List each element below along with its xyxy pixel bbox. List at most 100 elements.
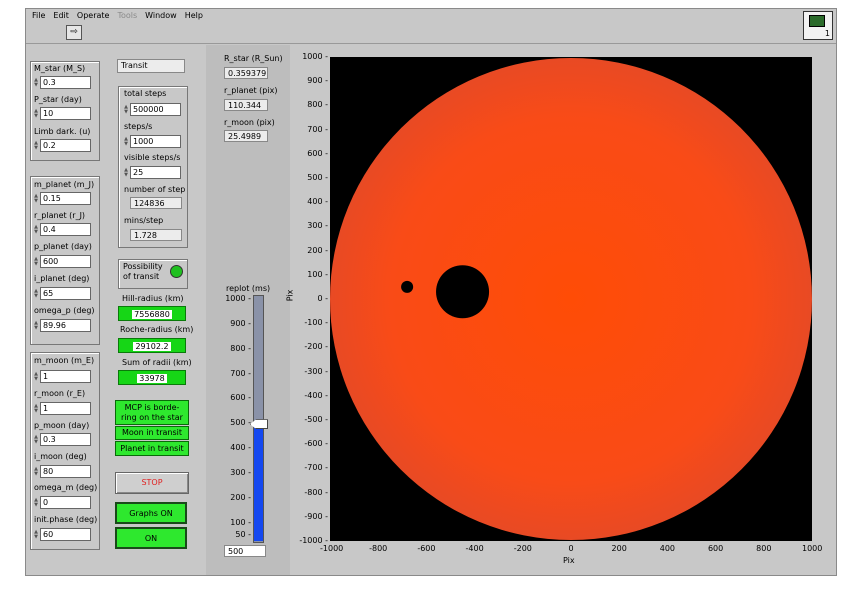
spinner-icon[interactable]: ▲ ▼: [122, 166, 130, 179]
m-planet-label: m_planet (m_J): [34, 180, 95, 189]
limb-control[interactable]: ▲ ▼ 0.2: [32, 139, 91, 152]
menu-file[interactable]: File: [28, 9, 49, 23]
p-moon-input[interactable]: 0.3: [40, 433, 91, 446]
y-tick-label: 500 -: [307, 173, 328, 182]
m-planet-input[interactable]: 0.15: [40, 192, 91, 205]
replot-tick-label: 100 -: [230, 517, 251, 527]
y-tick-label: 800 -: [307, 100, 328, 110]
menu-tools[interactable]: Tools: [113, 9, 141, 23]
spinner-icon[interactable]: ▲ ▼: [122, 135, 130, 148]
y-tick-label: 400 -: [307, 197, 328, 207]
spinner-icon[interactable]: ▲ ▼: [32, 223, 40, 236]
visible-steps-control[interactable]: ▲ ▼ 25: [122, 166, 181, 179]
sum-radii-value: 33978: [137, 374, 167, 383]
replot-tick-label: 900 -: [230, 318, 251, 328]
spinner-icon[interactable]: ▲ ▼: [32, 139, 40, 152]
on-button[interactable]: ON: [115, 527, 187, 549]
r-moon-pix-value: 25.4989: [224, 130, 268, 142]
moon-disk: [401, 280, 414, 293]
graphs-on-button[interactable]: Graphs ON: [115, 502, 187, 524]
y-tick-label: -900 -: [304, 511, 328, 521]
total-steps-input[interactable]: 500000: [130, 103, 181, 116]
stop-button[interactable]: STOP: [115, 472, 189, 494]
spinner-icon[interactable]: ▲ ▼: [32, 465, 40, 478]
m-moon-control[interactable]: ▲ ▼ 1: [32, 370, 91, 383]
r-planet-control[interactable]: ▲ ▼ 0.4: [32, 223, 91, 236]
p-star-input[interactable]: 10: [40, 107, 91, 120]
r-star-label: R_star (R_Sun): [224, 54, 283, 63]
menu-operate[interactable]: Operate: [73, 9, 114, 23]
x-tick-label: -800: [369, 544, 388, 553]
x-tick-label: -1000: [320, 544, 344, 553]
visible-steps-input[interactable]: 25: [130, 166, 181, 179]
menu-window[interactable]: Window: [141, 9, 181, 23]
roche-radius-label: Roche-radius (km): [120, 325, 194, 334]
spinner-icon[interactable]: ▲ ▼: [32, 319, 40, 332]
spinner-icon[interactable]: ▲ ▼: [122, 103, 130, 116]
m-planet-control[interactable]: ▲ ▼ 0.15: [32, 192, 91, 205]
m-moon-input[interactable]: 1: [40, 370, 91, 383]
r-planet-input[interactable]: 0.4: [40, 223, 91, 236]
sum-radii-value-box: 33978: [118, 370, 186, 385]
p-planet-input[interactable]: 600: [40, 255, 91, 268]
omega-p-input[interactable]: 89.96: [40, 319, 91, 332]
i-moon-input[interactable]: 80: [40, 465, 91, 478]
spinner-icon[interactable]: ▲ ▼: [32, 370, 40, 383]
spinner-icon[interactable]: ▲ ▼: [32, 528, 40, 541]
x-tick-label: 1000: [802, 544, 823, 553]
spinner-icon[interactable]: ▲ ▼: [32, 192, 40, 205]
p-star-control[interactable]: ▲ ▼ 10: [32, 107, 91, 120]
replot-tick-label: 500 -: [230, 418, 251, 428]
y-tick-label: 1000 -: [302, 52, 328, 61]
init-phase-input[interactable]: 60: [40, 528, 91, 541]
run-arrow-icon[interactable]: ⇨: [66, 25, 82, 40]
r-moon-pix-label: r_moon (pix): [224, 118, 275, 127]
menu-edit[interactable]: Edit: [49, 9, 73, 23]
y-axis-label: Pix: [285, 289, 295, 302]
x-tick-label: 600: [707, 544, 724, 553]
mins-per-step-value: 1.728: [130, 229, 182, 241]
hill-radius-value-box: 7556880: [118, 306, 186, 321]
m-star-control[interactable]: ▲ ▼ 0.3: [32, 76, 91, 89]
x-tick-label: 0: [568, 544, 574, 553]
i-moon-control[interactable]: ▲ ▼ 80: [32, 465, 91, 478]
p-moon-label: p_moon (day): [34, 421, 90, 430]
y-tick-label: -500 -: [304, 415, 328, 424]
i-planet-control[interactable]: ▲ ▼ 65: [32, 287, 91, 300]
omega-p-control[interactable]: ▲ ▼ 89.96: [32, 319, 91, 332]
steps-per-s-control[interactable]: ▲ ▼ 1000: [122, 135, 181, 148]
spinner-icon[interactable]: ▲ ▼: [32, 255, 40, 268]
menu-help[interactable]: Help: [181, 9, 207, 23]
steps-per-s-input[interactable]: 1000: [130, 135, 181, 148]
r-moon-control[interactable]: ▲ ▼ 1: [32, 402, 91, 415]
m-star-input[interactable]: 0.3: [40, 76, 91, 89]
spinner-icon[interactable]: ▲ ▼: [32, 76, 40, 89]
p-planet-control[interactable]: ▲ ▼ 600: [32, 255, 91, 268]
p-star-label: P_star (day): [34, 95, 82, 104]
moon-in-transit-indicator: Moon in transit: [115, 426, 189, 440]
y-tick-label: 600 -: [307, 148, 328, 158]
replot-tick-label: 200 -: [230, 492, 251, 502]
init-phase-control[interactable]: ▲ ▼ 60: [32, 528, 91, 541]
spinner-icon[interactable]: ▲ ▼: [32, 496, 40, 509]
y-tick-label: -800 -: [304, 487, 328, 497]
p-moon-control[interactable]: ▲ ▼ 0.3: [32, 433, 91, 446]
omega-m-input[interactable]: 0: [40, 496, 91, 509]
omega-m-control[interactable]: ▲ ▼ 0: [32, 496, 91, 509]
spinner-icon[interactable]: ▲ ▼: [32, 402, 40, 415]
replot-value-input[interactable]: 500: [224, 545, 266, 557]
vi-icon[interactable]: 1: [803, 11, 833, 40]
x-tick-label: 200: [611, 544, 627, 553]
spinner-icon[interactable]: ▲ ▼: [32, 433, 40, 446]
y-tick-label: 100 -: [307, 269, 328, 279]
spinner-icon[interactable]: ▲ ▼: [32, 107, 40, 120]
y-tick-label: 700 -: [307, 124, 328, 134]
r-moon-input[interactable]: 1: [40, 402, 91, 415]
replot-tick-label: 600 -: [230, 393, 251, 403]
i-planet-input[interactable]: 65: [40, 287, 91, 300]
limb-input[interactable]: 0.2: [40, 139, 91, 152]
total-steps-control[interactable]: ▲ ▼ 500000: [122, 103, 181, 116]
mcp-bordering-indicator: MCP is borde- ring on the star: [115, 400, 189, 425]
spinner-icon[interactable]: ▲ ▼: [32, 287, 40, 300]
y-tick-label: -700 -: [304, 463, 328, 473]
